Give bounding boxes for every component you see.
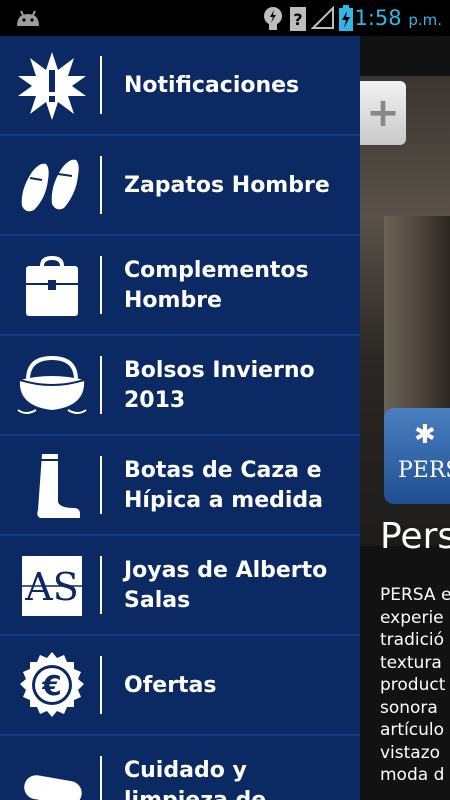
add-button[interactable]: + (360, 81, 406, 145)
menu-item-ofertas[interactable]: € Ofertas (0, 636, 360, 736)
item-divider (100, 756, 102, 800)
menu-item-label: Zapatos Hombre (124, 173, 330, 198)
menu-item-label: Complementos Hombre (124, 258, 309, 313)
clock-ampm: p.m. (408, 11, 442, 29)
persa-logo: ✱ PERSA (384, 408, 450, 504)
menu-item-label: Ofertas (124, 673, 217, 698)
store-description: PERSA e experie tradició textura product… (380, 584, 450, 787)
handbag-icon (17, 355, 87, 414)
svg-text:€: € (41, 669, 61, 702)
menu-item-botas-caza[interactable]: Botas de Caza e Hípica a medida (0, 436, 360, 536)
main-content: 112 + ✱ PERSA Pers PERSA e experie tradi… (360, 36, 450, 800)
status-bar: ? 1:58 p.m. (0, 0, 450, 36)
menu-item-zapatos-hombre[interactable]: Zapatos Hombre (0, 136, 360, 236)
as-monogram-icon: AS (22, 556, 82, 616)
bulb-icon (264, 7, 282, 30)
mens-shoes-icon (21, 159, 79, 212)
navigation-drawer: Notificaciones Zapatos Hombre Complement… (0, 36, 360, 800)
item-divider (100, 456, 102, 514)
description-line: artículo (380, 720, 445, 740)
clock: 1:58 p.m. (354, 6, 442, 30)
description-line: tradició (380, 630, 445, 650)
svg-text:?: ? (293, 10, 302, 29)
logo-text: PERSA (398, 458, 450, 483)
menu-item-label: Cuidado y limpieza de (124, 758, 266, 800)
item-divider (100, 556, 102, 614)
briefcase-icon (26, 255, 78, 316)
riding-boot-icon (37, 454, 80, 518)
shoe-brush-icon (24, 775, 82, 800)
description-line: vistazo (380, 742, 441, 763)
description-line: moda d (380, 765, 445, 785)
starburst-notification-icon (18, 52, 86, 120)
description-line: textura (380, 652, 442, 673)
item-divider (100, 356, 102, 414)
description-line: product (380, 675, 446, 695)
clock-time: 1:58 (354, 6, 402, 30)
android-debug-icon (17, 10, 39, 26)
store-title: Pers (380, 516, 450, 557)
crest-icon: ✱ (414, 420, 436, 450)
menu-item-label: Botas de Caza e Hípica a medida (124, 458, 324, 513)
description-line: PERSA e (380, 585, 450, 605)
item-divider (100, 256, 102, 314)
menu-item-label: Notificaciones (124, 73, 300, 98)
description-line: experie (380, 607, 444, 628)
menu-item-joyas-alberto-salas[interactable]: AS Joyas de Alberto Salas (0, 536, 360, 636)
menu-item-complementos-hombre[interactable]: Complementos Hombre (0, 236, 360, 336)
menu-item-label: Joyas de Alberto Salas (124, 558, 328, 613)
menu-item-cuidado-limpieza[interactable]: Cuidado y limpieza de (0, 736, 360, 800)
menu-item-label: Bolsos Invierno 2013 (124, 358, 315, 413)
signal-icon (311, 6, 334, 29)
euro-seal-icon: € (20, 652, 84, 717)
menu-item-bolsos-invierno[interactable]: Bolsos Invierno 2013 (0, 336, 360, 436)
svg-text:AS: AS (24, 565, 78, 609)
menu-item-notificaciones[interactable]: Notificaciones (0, 36, 360, 136)
item-divider (100, 156, 102, 214)
description-line: sonora (380, 697, 438, 718)
item-divider (100, 56, 102, 114)
unknown-notification-icon: ? (290, 7, 306, 31)
item-divider (100, 656, 102, 714)
battery-charging-icon (339, 5, 353, 31)
